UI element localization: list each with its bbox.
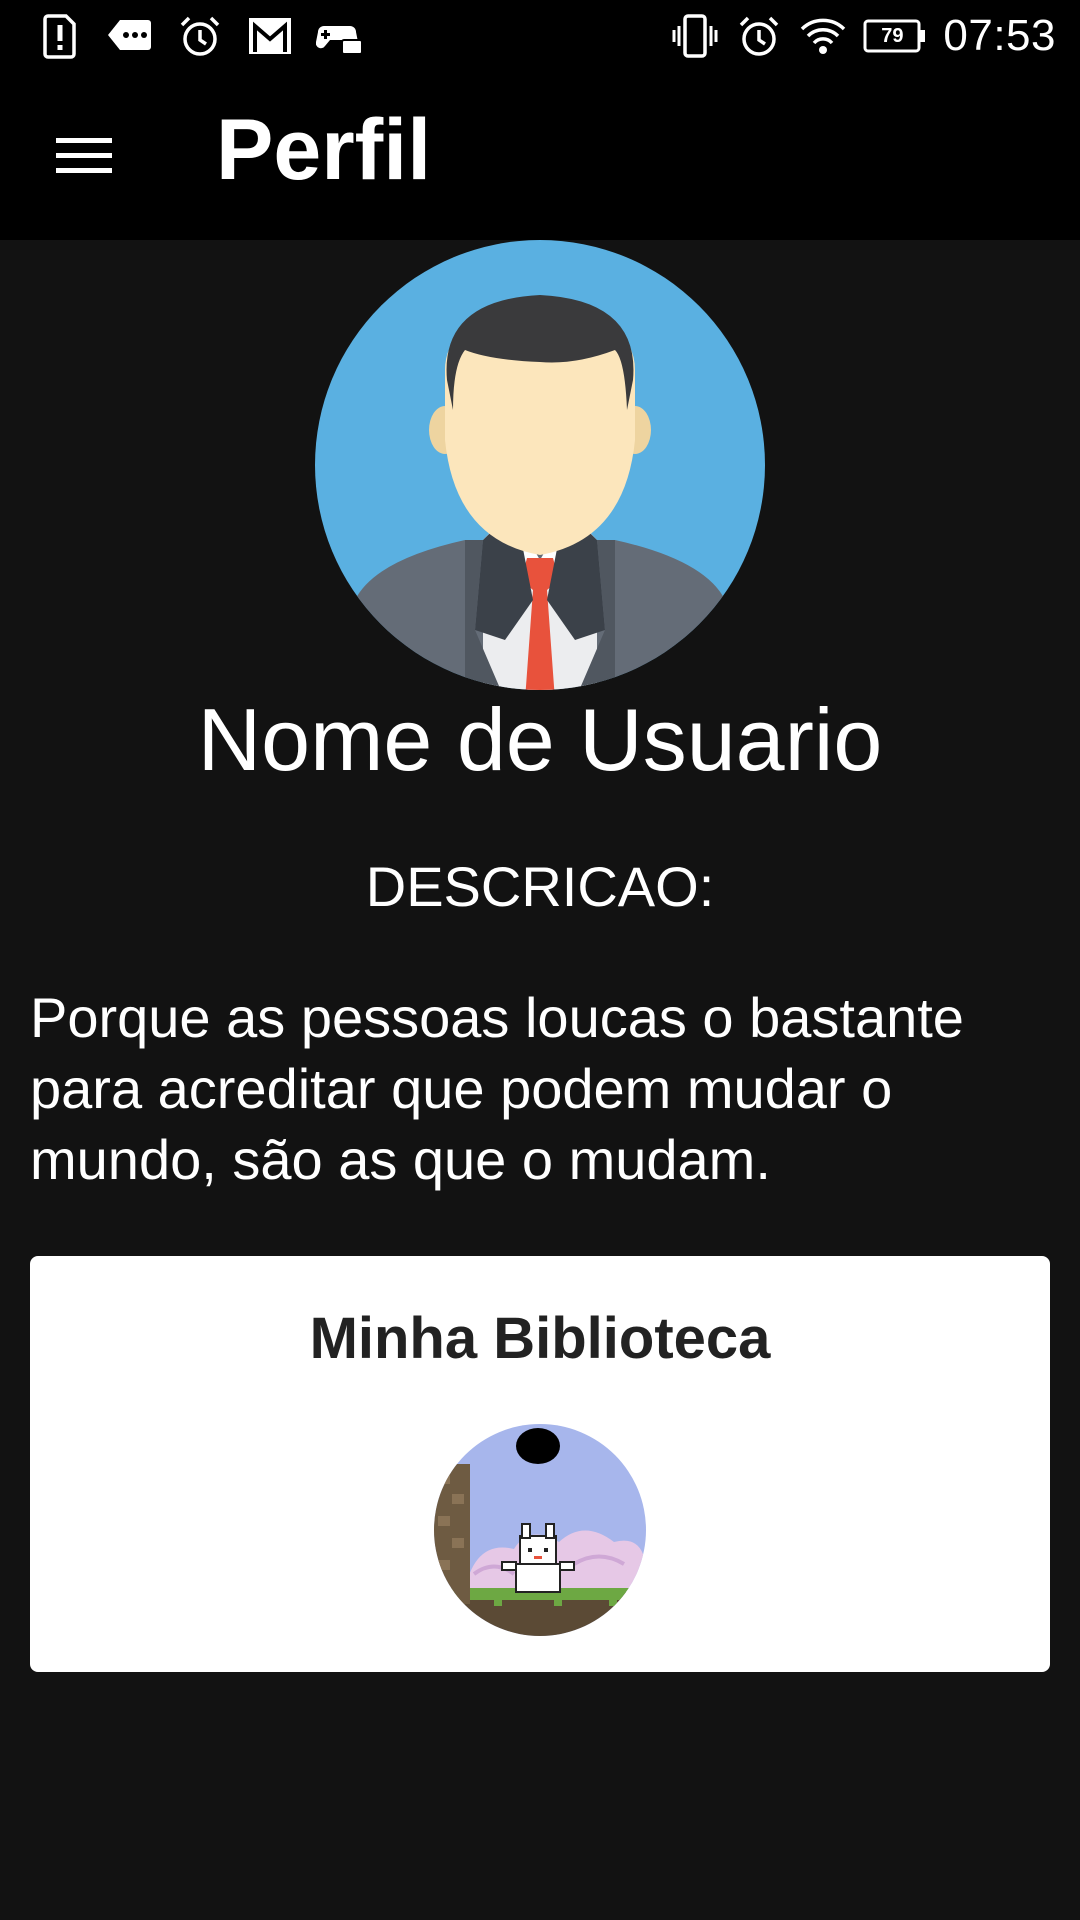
- user-avatar[interactable]: [315, 240, 765, 690]
- alarm-icon: [180, 16, 220, 56]
- system-icons: 79 07:53: [671, 10, 1056, 62]
- pixel-game-thumbnail[interactable]: [434, 1424, 646, 1636]
- description-text: Porque as pessoas loucas o bastante para…: [30, 986, 964, 1191]
- message-icon: [108, 20, 151, 50]
- status-bar: 79 07:53: [0, 0, 1080, 72]
- alarm-icon: [740, 16, 779, 56]
- gmail-icon: [249, 18, 291, 54]
- wifi-icon: [801, 18, 846, 54]
- game-controller-icon: [316, 26, 363, 55]
- app-bar: Perfil: [0, 72, 1080, 240]
- user-name: Nome de Usuario: [197, 690, 883, 789]
- vibrate-icon: [672, 14, 718, 58]
- page-title: Perfil: [216, 102, 432, 198]
- menu-button[interactable]: [36, 116, 132, 196]
- description-label: DESCRICAO:: [365, 855, 715, 918]
- notification-icons: [36, 12, 364, 60]
- library-title: Minha Biblioteca: [309, 1306, 771, 1371]
- hamburger-menu-icon[interactable]: [56, 136, 112, 176]
- clock: 07:53: [943, 11, 1056, 60]
- battery-icon: 79: [863, 19, 927, 53]
- library-card: Minha Biblioteca: [30, 1256, 1050, 1672]
- alert-icon: [43, 14, 76, 59]
- battery-level: 79: [881, 25, 904, 47]
